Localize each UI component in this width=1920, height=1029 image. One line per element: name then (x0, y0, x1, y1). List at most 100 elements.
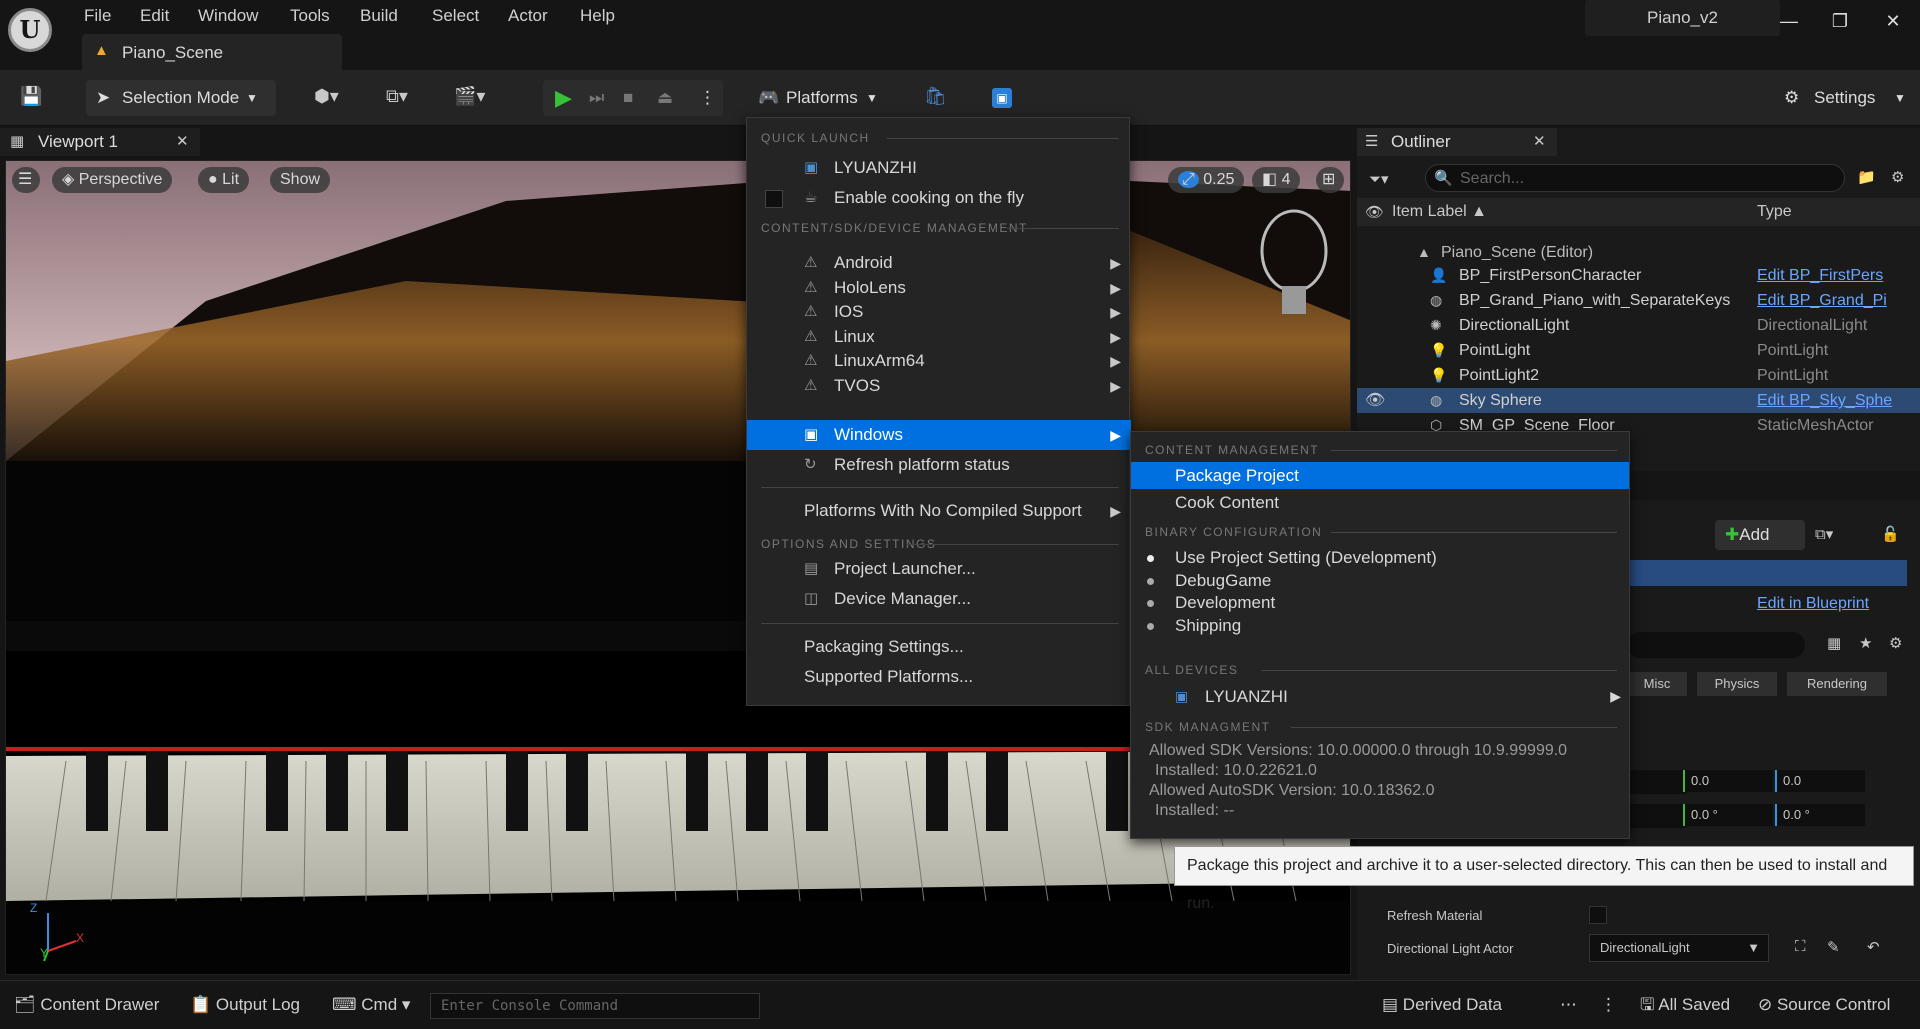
gear-icon[interactable]: ⚙ (1889, 634, 1902, 652)
menu-item-supported-platforms[interactable]: Supported Platforms... (747, 662, 1131, 692)
rotation-x-field[interactable] (1627, 804, 1687, 828)
camera-speed-button[interactable]: ⤢ 0.25 (1168, 167, 1245, 193)
menu-file[interactable]: File (84, 4, 111, 28)
eye-icon[interactable]: 👁 (1365, 203, 1384, 221)
close-button[interactable]: ✕ (1878, 6, 1908, 36)
outliner-tab[interactable]: ☰ Outliner ✕ (1357, 128, 1557, 156)
marketplace-icon[interactable]: 🛍 (924, 86, 947, 107)
menu-item-device[interactable]: ▣ LYUANZHI ▶ (1131, 683, 1629, 710)
selection-mode-dropdown[interactable]: ➤ Selection Mode ▼ (86, 80, 276, 116)
outliner-row[interactable]: 💡 PointLight2 PointLight (1357, 363, 1920, 388)
lock-icon[interactable]: 🔓 (1881, 525, 1900, 543)
cinematics-icon[interactable]: 🎬▾ (454, 86, 485, 107)
add-folder-icon[interactable]: 📁 (1857, 168, 1876, 186)
tab-misc[interactable]: Misc (1627, 672, 1687, 696)
blueprint-options-icon[interactable]: ⧉▾ (1815, 525, 1833, 543)
menu-item-package-project[interactable]: Package Project (1131, 462, 1629, 489)
filter-icon[interactable]: ⏷▾ (1369, 170, 1389, 188)
gear-icon[interactable]: ⚙ (1891, 168, 1904, 186)
screen-percentage-button[interactable]: ◧ 4 (1252, 167, 1301, 193)
menu-item-no-compiled[interactable]: Platforms With No Compiled Support ▶ (747, 496, 1131, 526)
viewport-tab[interactable]: ▦ Viewport 1 ✕ (0, 128, 200, 156)
menu-tools[interactable]: Tools (290, 4, 330, 28)
restore-button[interactable]: ❐ (1825, 6, 1855, 36)
menu-item-build-config[interactable]: Shipping (1131, 612, 1629, 639)
menu-item-device[interactable]: ▣ LYUANZHI (747, 153, 1131, 183)
document-tab[interactable]: ▲ Piano_Scene (82, 34, 342, 70)
perspective-button[interactable]: ◈ Perspective (52, 167, 173, 193)
rotation-z-field[interactable]: 0.0 ° (1775, 804, 1865, 826)
trace-icon[interactable]: ⋯ (1560, 991, 1577, 1019)
outliner-row[interactable]: ✺ DirectionalLight DirectionalLight (1357, 313, 1920, 338)
stop-icon[interactable]: ■ (623, 80, 633, 116)
star-icon[interactable]: ★ (1859, 634, 1872, 652)
source-control-button[interactable]: ⊘ Source Control (1758, 991, 1890, 1019)
menu-actor[interactable]: Actor (508, 4, 548, 28)
show-button[interactable]: Show (270, 167, 331, 193)
more-icon[interactable]: ⋮ (1600, 991, 1617, 1019)
close-icon[interactable]: ✕ (176, 132, 189, 150)
minimize-button[interactable]: — (1774, 6, 1804, 36)
more-options-icon[interactable]: ⋮ (699, 80, 716, 116)
menu-item-cook-content[interactable]: Cook Content (1131, 489, 1629, 516)
outliner-row-type[interactable]: Edit BP_Sky_Sphe (1757, 388, 1892, 413)
checkbox[interactable] (765, 190, 783, 208)
platforms-button[interactable]: 🎮 Platforms ▼ (748, 80, 888, 116)
outliner-row[interactable]: ◍ BP_Grand_Piano_with_SeparateKeys Edit BP… (1357, 288, 1920, 313)
menu-item-windows[interactable]: ▣ Windows ▶ (747, 420, 1131, 450)
refresh-material-checkbox[interactable] (1589, 906, 1607, 924)
blueprint-icon[interactable]: ⧉▾ (386, 86, 408, 107)
play-icon[interactable]: ▶ (555, 80, 572, 116)
add-component-button[interactable]: ✚Add (1715, 520, 1805, 550)
menu-edit[interactable]: Edit (140, 4, 169, 28)
details-search-input[interactable] (1627, 632, 1805, 658)
unreal-logo-icon[interactable]: U (8, 8, 52, 52)
location-x-field[interactable] (1627, 770, 1687, 794)
outliner-row[interactable]: 👁 ◍ Sky Sphere Edit BP_Sky_Sphe (1357, 388, 1920, 413)
outliner-row[interactable]: 👤 BP_FirstPersonCharacter Edit BP_FirstPer… (1357, 263, 1920, 288)
outliner-row-type[interactable]: Edit BP_Grand_Pi (1757, 288, 1887, 313)
col-item-label[interactable]: Item Label ▲ (1392, 203, 1487, 221)
add-actor-icon[interactable]: ⬢▾ (314, 86, 339, 107)
lit-button[interactable]: ● Lit (198, 167, 250, 193)
outliner-search-input[interactable]: 🔍 Search... (1425, 164, 1845, 192)
eject-icon[interactable]: ⏏ (657, 80, 673, 116)
menu-select[interactable]: Select (432, 4, 479, 28)
close-icon[interactable]: ✕ (1533, 132, 1546, 150)
menu-item-device-manager[interactable]: ◫ Device Manager... (747, 584, 1131, 614)
eyedropper-icon[interactable]: ✎ (1827, 938, 1840, 956)
outliner-root[interactable]: ▲ Piano_Scene (Editor) (1357, 240, 1920, 265)
edit-in-blueprint-link[interactable]: Edit in Blueprint (1757, 595, 1869, 613)
menu-build[interactable]: Build (360, 4, 398, 28)
tab-rendering[interactable]: Rendering (1787, 672, 1887, 696)
menu-item-project-launcher[interactable]: ▤ Project Launcher... (747, 554, 1131, 584)
location-y-field[interactable]: 0.0 (1683, 770, 1773, 792)
viewport-options-icon[interactable]: ☰ (12, 167, 40, 193)
all-saved-button[interactable]: 🖫 All Saved (1640, 991, 1730, 1019)
menu-item-platform[interactable]: ⚠ TVOS ▶ (747, 371, 1131, 401)
content-drawer-button[interactable]: 🗂 Content Drawer (14, 991, 159, 1019)
col-type[interactable]: Type (1757, 203, 1792, 221)
menu-item-refresh[interactable]: ↻ Refresh platform status (747, 450, 1131, 480)
menu-window[interactable]: Window (198, 4, 258, 28)
tab-physics[interactable]: Physics (1697, 672, 1777, 696)
output-log-button[interactable]: 📋 Output Log (190, 991, 300, 1019)
rotation-y-field[interactable]: 0.0 ° (1683, 804, 1773, 826)
outliner-row-type[interactable]: Edit BP_FirstPers (1757, 263, 1883, 288)
outliner-row[interactable]: 💡 PointLight PointLight (1357, 338, 1920, 363)
settings-button[interactable]: ⚙ Settings ▼ (1780, 80, 1910, 116)
menu-item-cook-on-the-fly[interactable]: ☕ Enable cooking on the fly (747, 183, 1131, 213)
menu-help[interactable]: Help (580, 4, 615, 28)
console-input[interactable]: Enter Console Command (430, 993, 760, 1019)
selected-component[interactable] (1627, 560, 1907, 586)
directional-light-dropdown[interactable]: DirectionalLight ▼ (1589, 934, 1769, 962)
table-icon[interactable]: ▦ (1827, 634, 1841, 652)
save-icon[interactable]: 💾 (20, 86, 42, 107)
plugin-icon[interactable]: ▣ (992, 88, 1012, 108)
eye-icon[interactable]: 👁 (1365, 388, 1385, 413)
layout-icon[interactable]: ⊞ (1316, 167, 1344, 193)
derived-data-button[interactable]: ▤ Derived Data (1382, 991, 1502, 1019)
location-z-field[interactable]: 0.0 (1775, 770, 1865, 792)
select-actor-icon[interactable]: ⛶ (1795, 938, 1806, 955)
cmd-dropdown[interactable]: ⌨ Cmd ▾ (332, 991, 410, 1019)
